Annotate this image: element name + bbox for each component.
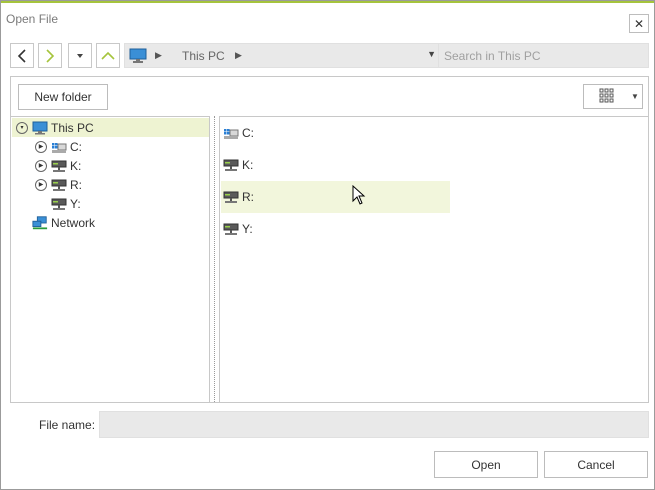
tree-item-drive-k[interactable]: ▶ K: — [35, 156, 81, 175]
cancel-button[interactable]: Cancel — [544, 451, 648, 478]
chevron-left-icon — [17, 48, 26, 63]
tree-item-drive-y[interactable]: Y: — [51, 194, 81, 213]
tree-item-this-pc[interactable]: ▾ This PC — [12, 118, 209, 137]
grid-view-icon — [599, 88, 615, 107]
computer-icon — [32, 121, 48, 135]
expand-toggle-icon[interactable]: ▶ — [35, 159, 47, 172]
breadcrumb[interactable]: ▶ This PC ▶ ▼ — [124, 43, 443, 68]
file-list: C: K: R: Y: — [219, 116, 648, 402]
forward-button[interactable] — [38, 43, 62, 68]
network-drive-icon — [223, 158, 239, 172]
open-button[interactable]: Open — [434, 451, 538, 478]
tree-item-network[interactable]: Network — [32, 213, 95, 232]
open-file-dialog: Open File ✕ ▶ This PC ▶ ▼ Search in This… — [0, 0, 655, 490]
chevron-up-icon — [101, 51, 115, 60]
title-accent-bar — [1, 1, 654, 3]
close-icon: ✕ — [633, 16, 645, 31]
tree-item-label: Network — [51, 215, 96, 230]
tree-item-drive-c[interactable]: ▶ C: — [35, 137, 82, 156]
breadcrumb-this-pc[interactable]: This PC — [182, 49, 225, 63]
list-item-label: C: — [242, 126, 254, 140]
tree-item-label: This PC — [51, 120, 94, 135]
breadcrumb-separator-icon[interactable]: ▶ — [235, 50, 242, 61]
list-item-drive-y[interactable]: Y: — [221, 213, 450, 245]
list-item-label: K: — [242, 158, 254, 172]
computer-icon — [129, 48, 147, 67]
chevron-down-icon: ▼ — [631, 92, 639, 101]
tree-item-label: R: — [70, 177, 82, 192]
system-drive-icon — [223, 126, 239, 140]
search-box[interactable]: Search in This PC — [438, 43, 649, 68]
tree-item-label: Y: — [70, 196, 81, 211]
network-icon — [32, 215, 48, 230]
network-drive-icon — [223, 190, 239, 204]
file-name-label: File name: — [39, 418, 96, 432]
mouse-pointer-icon — [352, 184, 366, 209]
network-drive-icon — [51, 197, 67, 211]
new-folder-button[interactable]: New folder — [18, 84, 108, 110]
collapse-toggle-icon[interactable]: ▾ — [16, 121, 28, 134]
network-drive-icon — [51, 159, 67, 173]
expand-toggle-icon[interactable]: ▶ — [35, 178, 47, 191]
list-item-drive-c[interactable]: C: — [221, 117, 450, 149]
network-drive-icon — [51, 178, 67, 192]
list-item-label: Y: — [242, 222, 253, 236]
browser-panel: New folder ▼ ▾ This PC ▶ C: ▶ K: ▶ R: Y:… — [10, 76, 649, 403]
folder-tree: ▾ This PC ▶ C: ▶ K: ▶ R: Y: Network — [11, 116, 210, 402]
list-item-label: R: — [242, 190, 254, 204]
breadcrumb-dropdown-icon[interactable]: ▼ — [427, 49, 436, 59]
up-button[interactable] — [96, 43, 120, 68]
pane-splitter[interactable] — [214, 116, 216, 402]
expand-toggle-icon[interactable]: ▶ — [35, 140, 47, 153]
back-button[interactable] — [10, 43, 34, 68]
close-button[interactable]: ✕ — [629, 14, 649, 33]
system-drive-icon — [51, 140, 67, 154]
tree-item-label: K: — [70, 158, 82, 173]
recent-locations-button[interactable] — [68, 43, 92, 68]
file-name-input[interactable] — [99, 411, 649, 438]
tree-item-label: C: — [70, 139, 82, 154]
chevron-right-icon — [46, 48, 55, 63]
chevron-down-icon — [77, 53, 83, 58]
list-item-drive-r[interactable]: R: — [221, 181, 450, 213]
list-item-drive-k[interactable]: K: — [221, 149, 450, 181]
network-drive-icon — [223, 222, 239, 236]
dialog-title: Open File — [6, 12, 59, 26]
tree-item-drive-r[interactable]: ▶ R: — [35, 175, 82, 194]
view-mode-button[interactable]: ▼ — [583, 84, 643, 109]
breadcrumb-separator-icon[interactable]: ▶ — [155, 50, 162, 61]
